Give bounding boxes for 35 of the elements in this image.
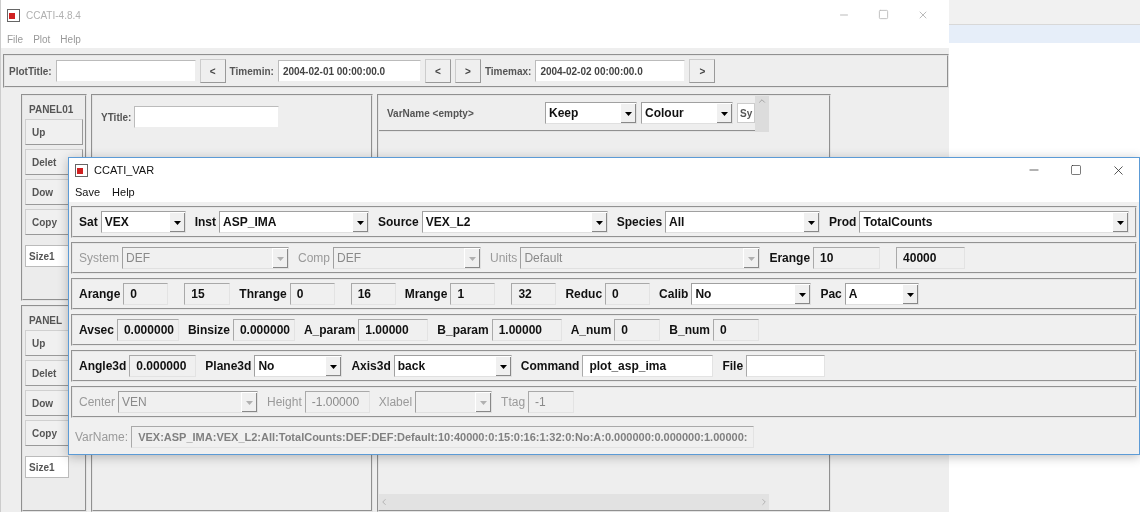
field-label: Timemin: bbox=[229, 65, 274, 77]
field-label: Arange bbox=[79, 287, 121, 301]
field-label: Species bbox=[616, 215, 663, 229]
window-title: CCATI-4.8.4 bbox=[26, 9, 81, 21]
field-label: Command bbox=[520, 359, 580, 373]
field-label: Units bbox=[490, 251, 518, 265]
field-label: Prod bbox=[829, 215, 857, 229]
field-label: A_num bbox=[570, 323, 612, 337]
panel-title: PANEL01 bbox=[28, 103, 75, 115]
field-label: PlotTitle: bbox=[9, 65, 52, 77]
field-label: Source bbox=[378, 215, 419, 229]
field-label: YTitle: bbox=[101, 111, 132, 123]
field-label: Inst bbox=[194, 215, 217, 229]
field-label: Pac bbox=[820, 287, 842, 301]
field-label: Height bbox=[267, 395, 302, 409]
field-label: A_param bbox=[303, 323, 356, 337]
field-label: B_param bbox=[437, 323, 489, 337]
field-label: Reduc bbox=[565, 287, 603, 301]
field-label: Mrange bbox=[404, 287, 448, 301]
panel-title: PANEL bbox=[28, 314, 64, 326]
field-label: Binsize bbox=[187, 323, 230, 337]
field-label: Ttag bbox=[501, 395, 526, 409]
field-label: B_num bbox=[669, 323, 710, 337]
field-label: Xlabel bbox=[378, 395, 413, 409]
field-label: Timemax: bbox=[484, 65, 532, 77]
field-label: Erange bbox=[769, 251, 811, 265]
field-label: System bbox=[79, 251, 119, 265]
window-title: CCATI_VAR bbox=[94, 164, 155, 176]
field-label: Comp bbox=[298, 251, 331, 265]
field-label: Thrange bbox=[239, 287, 287, 301]
field-label: Calib bbox=[659, 287, 689, 301]
field-label: Plane3d bbox=[205, 359, 252, 373]
field-label: Axis3d bbox=[351, 359, 391, 373]
field-label: File bbox=[722, 359, 744, 373]
variable-title: VarName <empty> bbox=[387, 107, 475, 119]
